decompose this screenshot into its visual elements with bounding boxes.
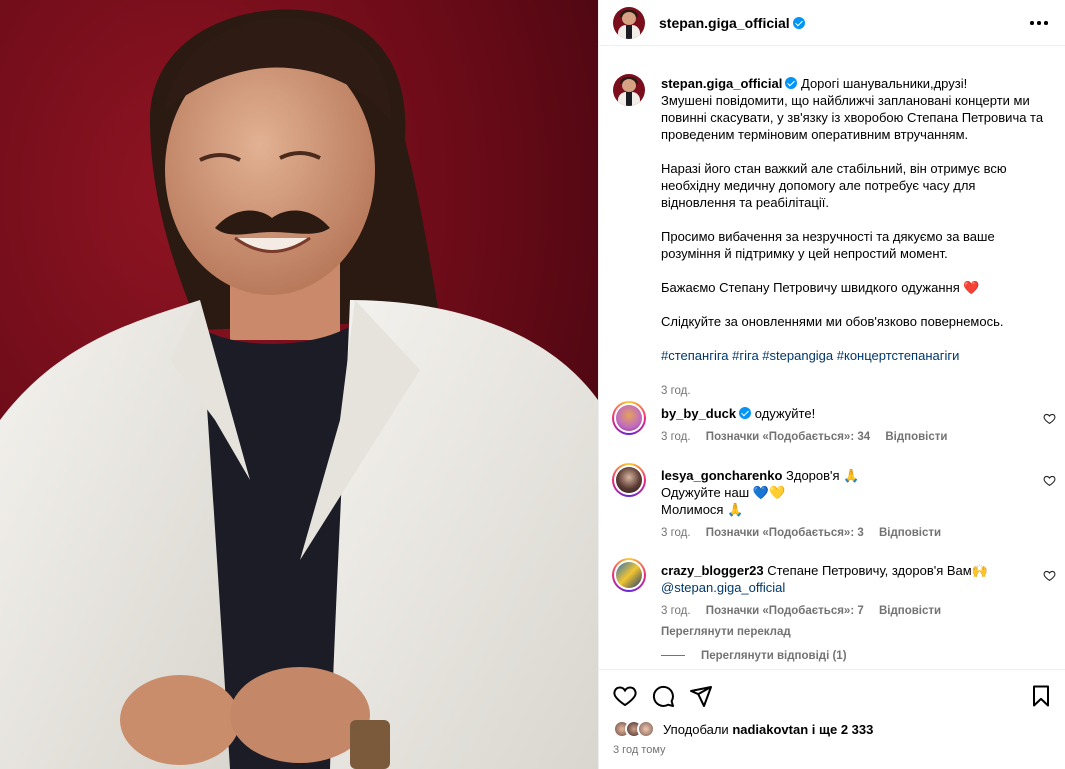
comment-item: by_by_duck одужуйте! 3 год. Позначки «По… <box>661 405 1041 446</box>
verified-badge-icon <box>792 17 805 29</box>
caption-hashtags[interactable]: #степангіга #гіга #stepangiga #концертст… <box>661 348 959 363</box>
comment-mention[interactable]: @stepan.giga_official <box>661 580 785 595</box>
caption-avatar[interactable] <box>613 74 645 106</box>
reply-button[interactable]: Відповісти <box>879 527 941 539</box>
likes-prefix: Уподобали <box>663 722 733 737</box>
comment-item: lesya_goncharenko Здоров'я 🙏 Одужуйте на… <box>661 467 1041 542</box>
comment-meta: 3 год. Позначки «Подобається»: 7 Відпові… <box>661 603 1041 620</box>
comment-username[interactable]: by_by_duck <box>661 406 736 421</box>
comment-likes[interactable]: Позначки «Подобається»: 3 <box>706 527 864 539</box>
post-panel: stepan.giga_official stepan.giga_officia… <box>598 0 1065 769</box>
comment-username[interactable]: crazy_blogger23 <box>661 563 764 578</box>
portrait-illustration <box>0 0 598 769</box>
header-username-row[interactable]: stepan.giga_official <box>659 15 805 31</box>
post-caption: stepan.giga_official Дорогі шанувальники… <box>661 75 1053 400</box>
comment-likes[interactable]: Позначки «Подобається»: 7 <box>706 605 864 617</box>
caption-text: Дорогі шанувальники,друзі! Змушені повід… <box>661 76 1044 329</box>
reply-button[interactable]: Відповісти <box>885 431 947 443</box>
header-username[interactable]: stepan.giga_official <box>659 15 790 31</box>
commenter-avatar[interactable] <box>612 401 646 435</box>
comment-meta: 3 год. Позначки «Подобається»: 34 Відпов… <box>661 429 1041 446</box>
see-translation-button[interactable]: Переглянути переклад <box>661 624 1041 641</box>
comment-item: crazy_blogger23 Степане Петровичу, здоро… <box>661 562 1041 641</box>
comment-text: одужуйте! <box>754 406 816 421</box>
post-photo[interactable] <box>0 0 598 769</box>
caption-time: 3 год. <box>661 385 691 397</box>
like-comment-heart-icon[interactable] <box>1043 412 1056 425</box>
comments-scroll-area[interactable]: stepan.giga_official Дорогі шанувальники… <box>599 47 1065 669</box>
comment-meta: 3 год. Позначки «Подобається»: 3 Відпові… <box>661 525 1041 542</box>
comment-time: 3 год. <box>661 605 691 617</box>
post-actions: Уподобали nadiakovtan і ще 2 333 3 год т… <box>599 669 1065 769</box>
like-comment-heart-icon[interactable] <box>1043 474 1056 487</box>
like-comment-heart-icon[interactable] <box>1043 569 1056 582</box>
commenter-avatar[interactable] <box>612 558 646 592</box>
post-timestamp[interactable]: 3 год тому <box>613 744 666 756</box>
reply-button[interactable]: Відповісти <box>879 605 941 617</box>
verified-badge-icon <box>739 407 752 419</box>
caption-username[interactable]: stepan.giga_official <box>661 76 782 91</box>
comment-bubble-icon[interactable] <box>651 684 675 708</box>
share-send-icon[interactable] <box>689 684 713 708</box>
likes-user[interactable]: nadiakovtan <box>732 722 808 737</box>
comment-text: Степане Петровичу, здоров'я Вам🙌 <box>767 563 988 578</box>
likes-count[interactable]: і ще 2 333 <box>808 722 874 737</box>
profile-avatar[interactable] <box>613 7 645 39</box>
save-bookmark-icon[interactable] <box>1029 684 1053 708</box>
liked-by-avatars[interactable] <box>613 720 661 740</box>
comment-time: 3 год. <box>661 527 691 539</box>
verified-badge-icon <box>785 77 798 89</box>
comment-username[interactable]: lesya_goncharenko <box>661 468 782 483</box>
comment-likes[interactable]: Позначки «Подобається»: 34 <box>706 431 870 443</box>
like-heart-icon[interactable] <box>613 684 637 708</box>
post-header: stepan.giga_official <box>599 0 1065 46</box>
view-replies-button[interactable]: Переглянути відповіді (1) <box>661 650 847 662</box>
likes-summary[interactable]: Уподобали nadiakovtan і ще 2 333 <box>663 722 873 737</box>
comment-time: 3 год. <box>661 431 691 443</box>
commenter-avatar[interactable] <box>612 463 646 497</box>
more-options-icon[interactable] <box>1030 15 1048 31</box>
